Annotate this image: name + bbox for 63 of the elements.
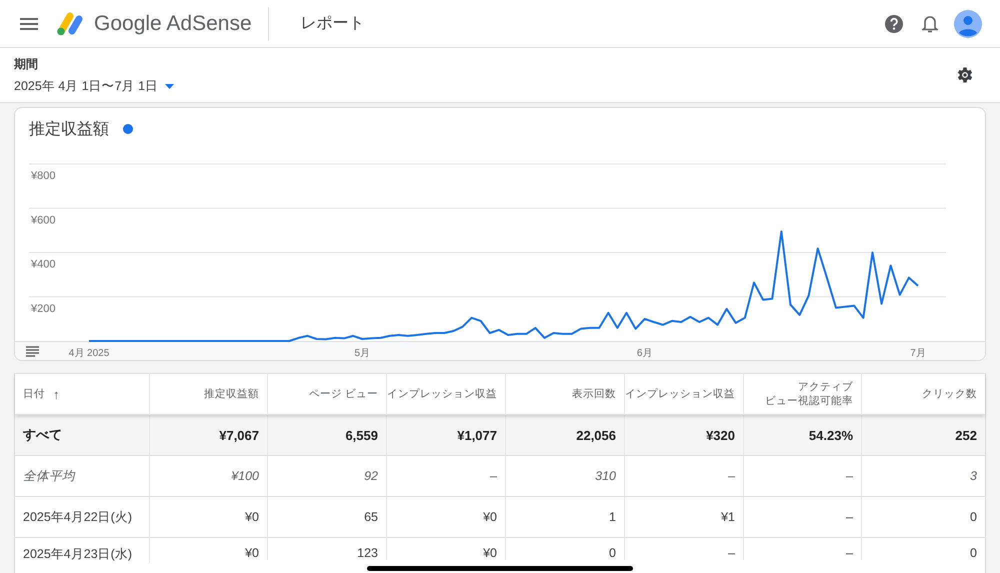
product-name: Google AdSense: [94, 12, 252, 36]
caret-icon[interactable]: [165, 84, 174, 88]
table-cell: 0: [970, 546, 977, 560]
logo-icon: [56, 12, 84, 36]
table-cell: 0: [970, 510, 977, 524]
table-cell: ¥0: [483, 510, 497, 524]
table-cell: 123: [357, 546, 378, 560]
table-cell: 310: [595, 469, 616, 483]
table-cell: –: [846, 546, 853, 560]
sort-arrow[interactable]: ↑: [53, 386, 60, 402]
table-cell: ¥0: [245, 510, 259, 524]
column-header[interactable]: インプレッション収益: [387, 386, 497, 402]
notifications-icon[interactable]: [922, 14, 938, 33]
table-cell: 全体平均: [23, 468, 75, 484]
table-cell: 65: [364, 510, 378, 524]
column-header[interactable]: インプレッション収益: [625, 386, 735, 402]
axis-label: ¥600: [31, 214, 56, 226]
column-header[interactable]: アクティブ: [798, 380, 853, 394]
table-cell: ¥100: [231, 469, 259, 483]
table-cell: –: [490, 469, 497, 483]
table-view-icon[interactable]: [25, 346, 40, 357]
table-cell: 1: [609, 510, 616, 524]
table-cell: ¥1: [721, 510, 735, 524]
table-cell: ¥0: [483, 546, 497, 560]
axis-label: ¥800: [31, 170, 56, 182]
table-cell: ¥0: [245, 546, 259, 560]
table-cell: ¥320: [706, 428, 735, 442]
axis-label: ¥200: [31, 302, 56, 315]
table-cell: 54.23%: [808, 428, 853, 442]
menu-icon[interactable]: [20, 18, 38, 30]
table-cell: 92: [364, 469, 378, 483]
column-header[interactable]: ビュー視認可能率: [765, 394, 853, 408]
column-header[interactable]: 日付: [23, 386, 45, 402]
date-range-dropdown[interactable]: 2025年 4月 1日〜7月 1日: [14, 78, 174, 94]
table-cell: 2025年4月23日(水): [23, 546, 132, 563]
table-cell: ¥7,067: [219, 428, 259, 442]
table-cell: 6,559: [345, 428, 378, 442]
legend-label: 推定収益額: [29, 120, 109, 140]
column-header[interactable]: クリック数: [922, 386, 977, 402]
axis-label: 4月 2025: [68, 348, 110, 359]
help-icon[interactable]: [884, 14, 904, 34]
period-label: 期間: [14, 56, 39, 72]
page-title: レポート: [300, 14, 365, 34]
table-cell: 252: [955, 428, 977, 442]
table-cell: 3: [970, 469, 977, 483]
axis-label: ¥400: [31, 258, 56, 270]
table-cell: 2025年4月22日(火): [23, 508, 132, 526]
table-cell: すべて: [23, 426, 62, 444]
table-cell: 0: [609, 546, 616, 560]
axis-label: 7月: [910, 348, 926, 359]
column-header[interactable]: 表示回数: [572, 386, 616, 402]
avatar-icon[interactable]: [954, 10, 982, 38]
table-cell: –: [846, 510, 853, 524]
axis-label: 5月: [354, 348, 370, 359]
column-header[interactable]: 推定収益額: [204, 386, 259, 402]
table-cell: –: [728, 469, 735, 483]
settings-icon[interactable]: [955, 65, 975, 85]
table-cell: 22,056: [576, 428, 616, 442]
axis-label: 6月: [636, 348, 652, 359]
column-header[interactable]: ページ ビュー: [309, 386, 378, 402]
table-cell: ¥1,077: [457, 428, 497, 442]
table-cell: –: [846, 469, 853, 483]
table-cell: –: [728, 546, 735, 560]
